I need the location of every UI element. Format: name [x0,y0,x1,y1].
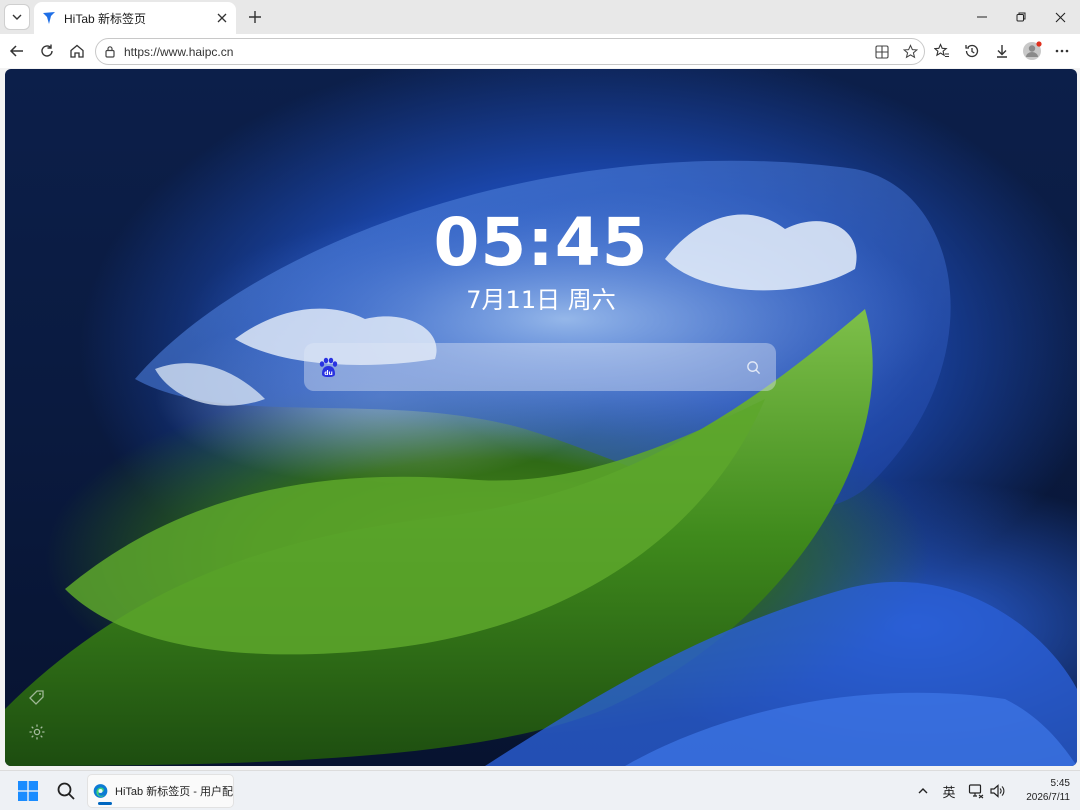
search-icon [57,782,75,800]
windows-logo-icon [18,781,38,801]
clock-time: 05:45 [433,204,649,281]
new-tab-page: 05:45 7月11日 周六 du [5,69,1077,766]
tag-icon [29,690,44,705]
volume-button[interactable] [986,775,1008,807]
search-input[interactable] [340,343,742,391]
more-horizontal-icon [1055,49,1069,53]
star-icon [902,44,918,59]
app-available-button[interactable] [868,40,896,64]
search-icon [746,360,760,374]
clock-date: 7月11日 周六 [466,286,616,314]
search-engine-selector[interactable]: du [316,355,340,379]
home-icon [70,44,84,58]
edge-icon [93,784,108,798]
gear-icon [29,724,45,740]
taskbar-time: 5:45 [1050,778,1070,789]
taskbar-app-label: HiTab 新标签页 - 用户配 [115,786,233,798]
url-text[interactable]: https://www.haipc.cn [124,45,868,59]
running-indicator [98,802,112,805]
minimize-button[interactable] [962,0,1002,34]
chevron-down-icon [12,14,22,20]
speaker-icon [990,784,1005,798]
input-method-button[interactable]: 英 [938,775,960,807]
start-button[interactable] [12,775,44,807]
search-submit-button[interactable] [742,356,764,378]
svg-text:du: du [324,370,333,377]
profile-button[interactable] [1018,37,1046,65]
tab-actions-menu-button[interactable] [4,4,30,30]
apps-icon [875,44,889,59]
taskbar-search-button[interactable] [50,775,82,807]
restore-button[interactable] [1001,0,1041,34]
lock-icon [105,46,115,58]
download-icon [997,45,1007,58]
search-box[interactable]: du [304,343,776,391]
network-button[interactable] [964,775,988,807]
back-button[interactable] [3,37,31,65]
history-button[interactable] [958,37,986,65]
new-tab-button[interactable] [242,4,268,30]
page-settings-button[interactable] [25,720,49,744]
refresh-icon [41,44,53,57]
arrow-left-icon [9,45,23,57]
favorites-icon [934,43,949,58]
address-bar[interactable]: https://www.haipc.cn [95,38,925,65]
home-button[interactable] [63,37,91,65]
tab-close-button[interactable] [210,6,234,30]
hitab-favicon-icon [43,12,55,24]
ime-indicator: 英 [942,784,956,800]
plus-icon [249,11,261,23]
avatar-icon [1023,41,1042,60]
favorites-button[interactable] [928,37,956,65]
taskbar-date: 2026/7/11 [1026,792,1070,803]
close-icon [217,13,227,23]
taskbar: HiTab 新标签页 - 用户配 英 5:45 2026/7/11 [0,770,1080,810]
downloads-button[interactable] [988,37,1016,65]
history-icon [965,44,979,58]
tab-title: HiTab 新标签页 [64,11,147,26]
favorite-star-button[interactable] [896,40,924,64]
wallpaper-button[interactable] [25,686,49,710]
taskbar-clock[interactable]: 5:45 2026/7/11 [1026,777,1070,805]
taskbar-edge-app[interactable]: HiTab 新标签页 - 用户配 [87,774,234,808]
refresh-button[interactable] [33,37,61,65]
baidu-du-icon: du [319,357,338,377]
tab-hitab[interactable]: HiTab 新标签页 [34,2,236,34]
browser-toolbar: https://www.haipc.cn [0,34,1080,68]
chevron-up-icon [918,788,928,794]
restore-icon [1016,12,1026,22]
show-hidden-icons-button[interactable] [912,775,934,807]
tab-strip: HiTab 新标签页 [0,0,1080,34]
settings-more-button[interactable] [1048,37,1076,65]
network-monitor-icon [968,784,984,799]
close-icon [1055,12,1065,22]
close-window-button[interactable] [1040,0,1080,34]
wallpaper-bloom-image [5,160,1077,766]
minimize-icon [977,16,987,18]
